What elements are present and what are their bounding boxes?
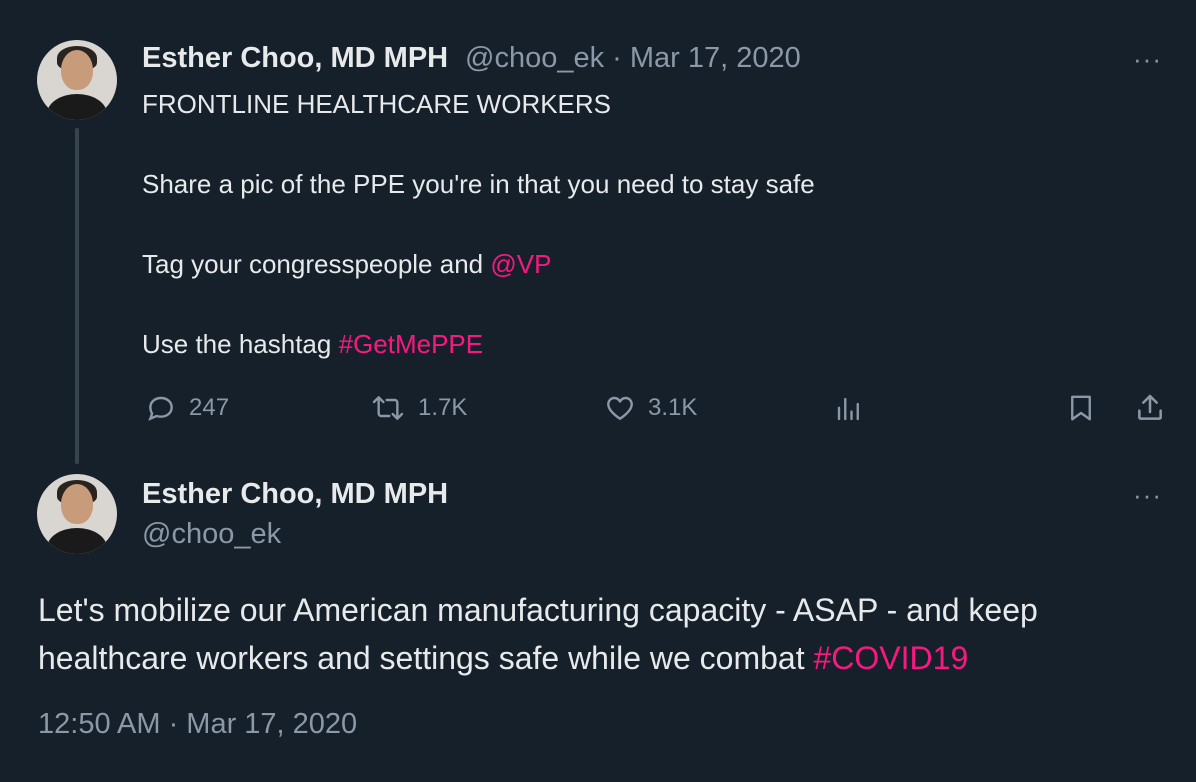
avatar[interactable] [37,474,117,554]
share-icon [1138,394,1162,420]
retweet-icon [372,396,404,420]
tweet-timestamp[interactable]: 12:50 AM · Mar 17, 2020 [38,708,357,741]
avatar-face [61,484,93,524]
bar-chart-icon [837,397,859,421]
author-name[interactable]: Esther Choo, MD MPH [142,42,448,75]
heart-icon [607,396,633,420]
reply-count: 247 [189,394,230,421]
tweet-text-line: FRONTLINE HEALTHCARE WORKERS [142,89,612,119]
meta-separator: · [612,42,622,74]
bookmark-button[interactable] [1066,392,1096,424]
text-segment: Use the hashtag [142,329,339,359]
avatar[interactable] [37,40,117,120]
retweet-count: 1.7K [418,394,468,421]
avatar-body [47,94,107,120]
tweet-text-line: Share a pic of the PPE you're in that yo… [142,169,815,199]
tweet-date[interactable]: Mar 17, 2020 [630,42,801,74]
author-name[interactable]: Esther Choo, MD MPH [142,478,448,511]
avatar-body [47,528,107,554]
reply-button[interactable]: 247 [145,392,229,424]
like-count: 3.1K [648,394,698,421]
retweet-button[interactable]: 1.7K [370,392,467,424]
tweet-text-line: Tag your congresspeople and @VP [142,244,551,284]
hashtag-link[interactable]: #COVID19 [814,640,969,676]
views-button[interactable] [834,394,864,424]
bookmark-icon [1071,395,1091,421]
text-segment: Tag your congresspeople and [142,249,491,279]
author-handle[interactable]: @choo_ek [465,42,604,74]
share-button[interactable] [1134,392,1166,424]
mention-link[interactable]: @VP [490,249,551,279]
tweet-meta: @choo_ek · Mar 17, 2020 [465,42,801,75]
tweet-body: Let's mobilize our American manufacturin… [38,586,1168,682]
avatar-face [61,50,93,90]
hashtag-link[interactable]: #GetMePPE [339,329,484,359]
speech-bubble-icon [148,396,173,421]
thread-connector-line [75,128,79,464]
like-button[interactable]: 3.1K [604,392,697,424]
more-options-icon[interactable]: ··· [1133,480,1162,511]
author-handle[interactable]: @choo_ek [142,518,281,551]
more-options-icon[interactable]: ··· [1133,44,1162,75]
tweet-text-line: Use the hashtag #GetMePPE [142,324,483,364]
